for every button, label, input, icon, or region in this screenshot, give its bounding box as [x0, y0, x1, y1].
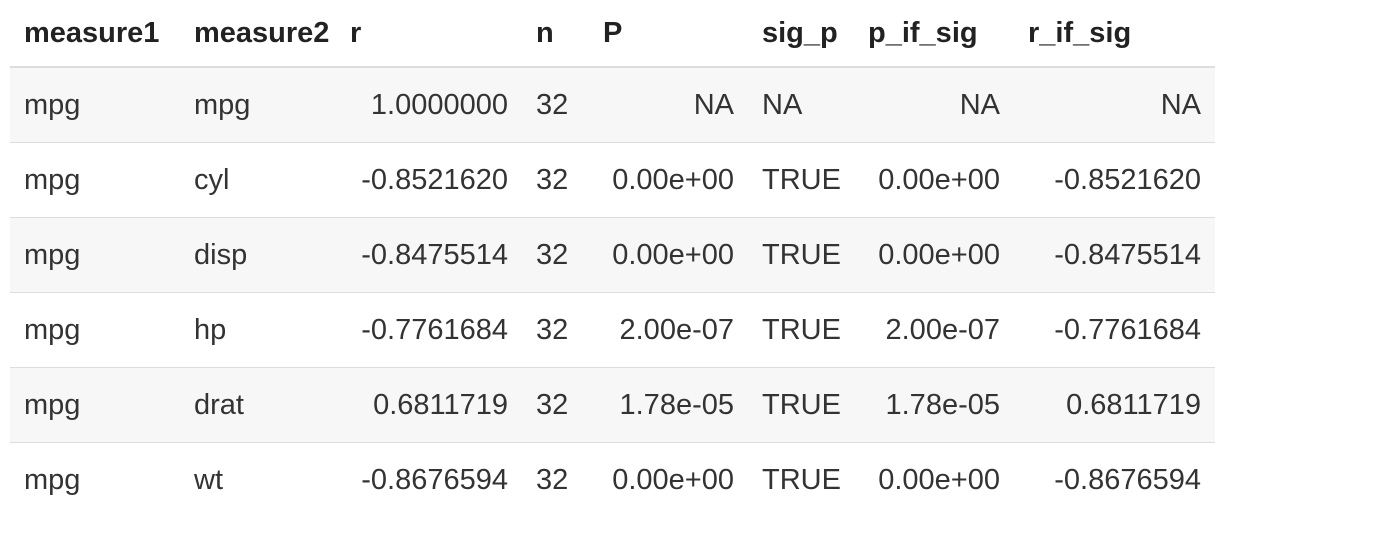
cell-r: -0.8676594	[336, 442, 522, 517]
cell-n: 32	[522, 292, 589, 368]
cell-measure1: mpg	[10, 442, 180, 517]
cell-r-if-sig: -0.8521620	[1014, 142, 1215, 218]
table-row: mpg hp -0.7761684 32 2.00e-07 TRUE 2.00e…	[10, 292, 1215, 368]
cell-p: 0.00e+00	[589, 142, 748, 218]
cell-p-if-sig: 0.00e+00	[854, 142, 1014, 218]
cell-r-if-sig: -0.7761684	[1014, 292, 1215, 368]
column-header-sig-p: sig_p	[748, 0, 854, 68]
cell-p: 0.00e+00	[589, 217, 748, 293]
cell-p: NA	[589, 67, 748, 143]
cell-p: 0.00e+00	[589, 442, 748, 517]
cell-r: 0.6811719	[336, 367, 522, 443]
correlation-table: measure1 measure2 r n P sig_p p_if_sig r…	[10, 0, 1215, 517]
cell-measure1: mpg	[10, 367, 180, 443]
column-header-measure1: measure1	[10, 0, 180, 68]
cell-n: 32	[522, 142, 589, 218]
cell-p: 1.78e-05	[589, 367, 748, 443]
cell-r: -0.7761684	[336, 292, 522, 368]
column-header-measure2: measure2	[180, 0, 336, 68]
cell-p-if-sig: 0.00e+00	[854, 442, 1014, 517]
cell-measure2: hp	[180, 292, 336, 368]
cell-measure1: mpg	[10, 67, 180, 143]
cell-p-if-sig: 2.00e-07	[854, 292, 1014, 368]
cell-measure2: cyl	[180, 142, 336, 218]
table-row: mpg disp -0.8475514 32 0.00e+00 TRUE 0.0…	[10, 217, 1215, 293]
cell-p-if-sig: 1.78e-05	[854, 367, 1014, 443]
cell-r-if-sig: -0.8676594	[1014, 442, 1215, 517]
cell-n: 32	[522, 217, 589, 293]
table-row: mpg wt -0.8676594 32 0.00e+00 TRUE 0.00e…	[10, 442, 1215, 517]
table-header: measure1 measure2 r n P sig_p p_if_sig r…	[10, 0, 1215, 68]
cell-measure2: disp	[180, 217, 336, 293]
cell-r: -0.8475514	[336, 217, 522, 293]
column-header-n: n	[522, 0, 589, 68]
cell-r-if-sig: NA	[1014, 67, 1215, 143]
table-row: mpg cyl -0.8521620 32 0.00e+00 TRUE 0.00…	[10, 142, 1215, 218]
cell-p-if-sig: 0.00e+00	[854, 217, 1014, 293]
cell-sig-p: NA	[748, 67, 854, 143]
header-row: measure1 measure2 r n P sig_p p_if_sig r…	[10, 0, 1215, 68]
column-header-p: P	[589, 0, 748, 68]
cell-measure1: mpg	[10, 217, 180, 293]
cell-r: 1.0000000	[336, 67, 522, 143]
table-row: mpg mpg 1.0000000 32 NA NA NA NA	[10, 67, 1215, 143]
cell-r-if-sig: -0.8475514	[1014, 217, 1215, 293]
table-body: mpg mpg 1.0000000 32 NA NA NA NA mpg cyl…	[10, 67, 1215, 517]
cell-sig-p: TRUE	[748, 367, 854, 443]
cell-measure2: drat	[180, 367, 336, 443]
column-header-r: r	[336, 0, 522, 68]
cell-n: 32	[522, 367, 589, 443]
cell-r-if-sig: 0.6811719	[1014, 367, 1215, 443]
cell-measure1: mpg	[10, 292, 180, 368]
cell-sig-p: TRUE	[748, 142, 854, 218]
column-header-r-if-sig: r_if_sig	[1014, 0, 1215, 68]
cell-p-if-sig: NA	[854, 67, 1014, 143]
cell-sig-p: TRUE	[748, 217, 854, 293]
cell-measure2: mpg	[180, 67, 336, 143]
table-row: mpg drat 0.6811719 32 1.78e-05 TRUE 1.78…	[10, 367, 1215, 443]
correlation-table-container: measure1 measure2 r n P sig_p p_if_sig r…	[10, 0, 1215, 517]
cell-measure2: wt	[180, 442, 336, 517]
cell-sig-p: TRUE	[748, 292, 854, 368]
cell-sig-p: TRUE	[748, 442, 854, 517]
cell-p: 2.00e-07	[589, 292, 748, 368]
column-header-p-if-sig: p_if_sig	[854, 0, 1014, 68]
cell-measure1: mpg	[10, 142, 180, 218]
cell-r: -0.8521620	[336, 142, 522, 218]
cell-n: 32	[522, 67, 589, 143]
cell-n: 32	[522, 442, 589, 517]
